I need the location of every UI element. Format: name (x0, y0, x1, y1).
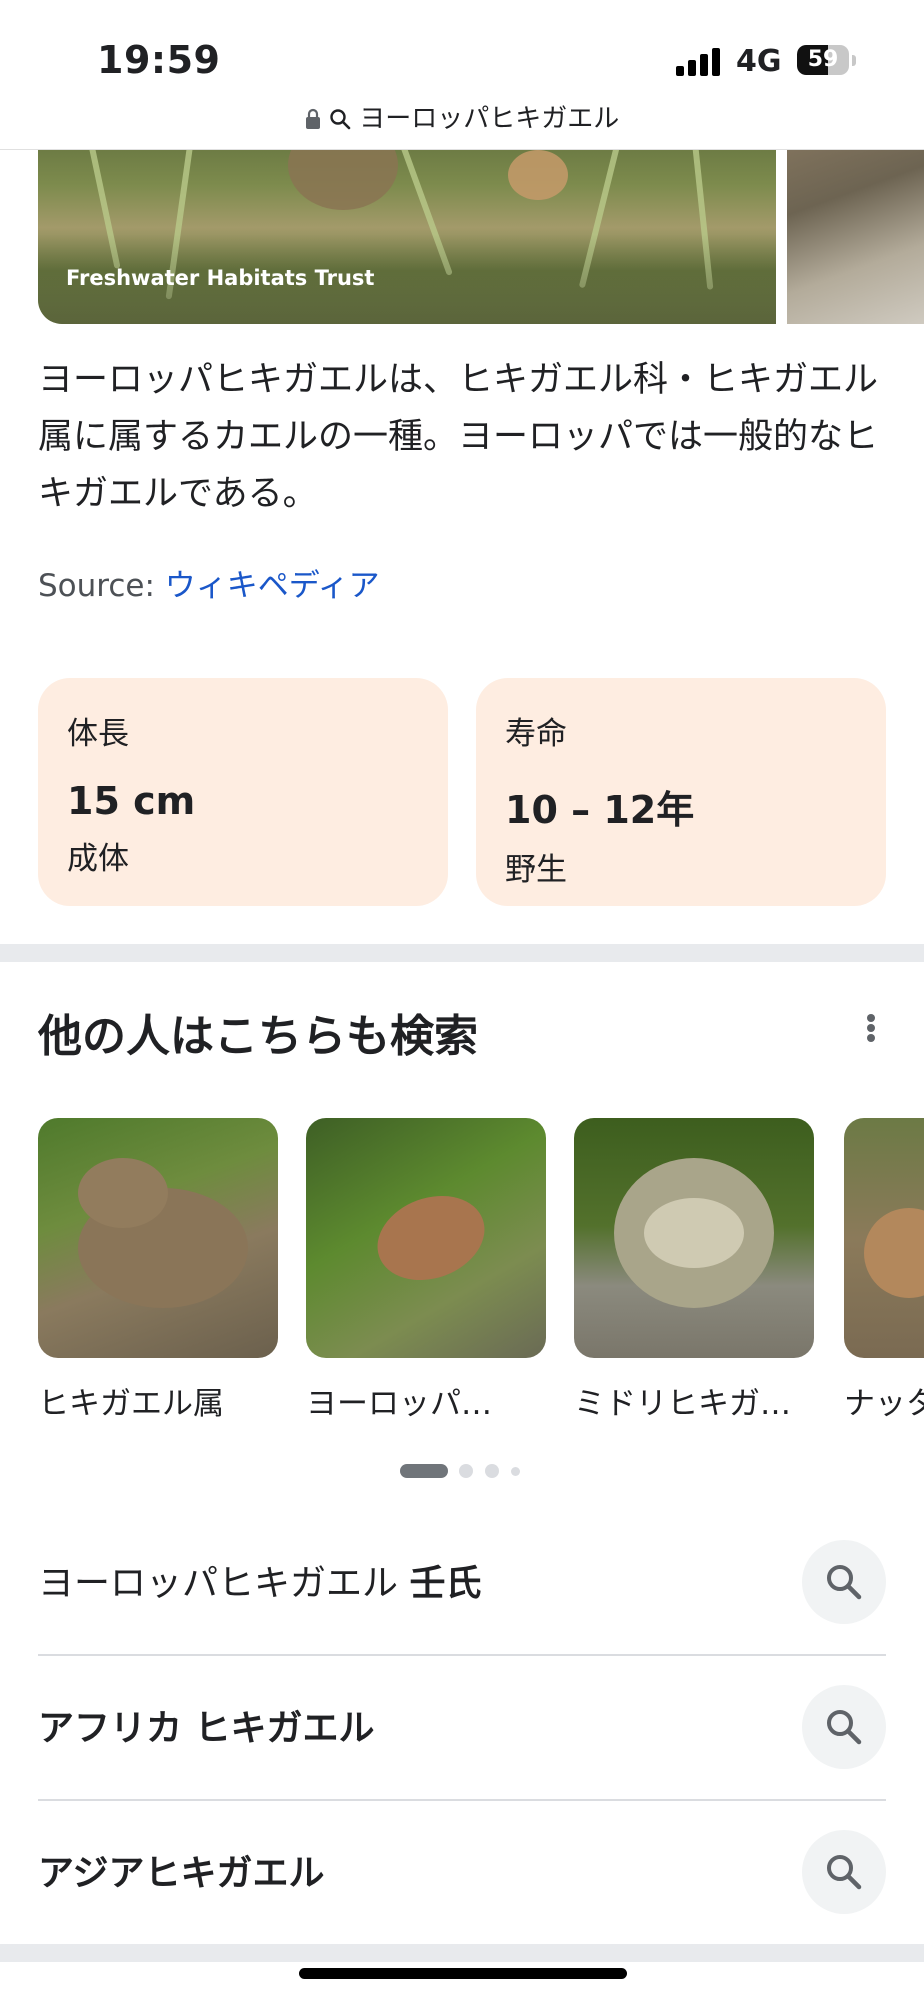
fact-card-lifespan[interactable]: 寿命 10 – 12年 野生 (476, 678, 886, 906)
fact-value: 15 cm (67, 779, 196, 823)
section-divider (0, 944, 924, 962)
thumb-label[interactable]: ヒキガエル属 (38, 1378, 224, 1423)
fact-value: 10 – 12年 (505, 788, 695, 832)
lock-icon (305, 108, 320, 129)
thumb-label[interactable]: ナッタ (844, 1378, 924, 1423)
address-query: ヨーロッパヒキガエル (359, 104, 620, 134)
carousel-page-indicator (400, 1464, 540, 1478)
related-search-item[interactable]: アジアヒキガエル (38, 1800, 886, 1944)
related-search-item[interactable]: アフリカ ヒキガエル (38, 1655, 886, 1799)
thumb-label[interactable]: ヨーロッパ… (306, 1378, 492, 1423)
fact-card-length[interactable]: 体長 15 cm 成体 (38, 678, 448, 906)
thumb-image[interactable] (306, 1118, 546, 1358)
more-vert-icon[interactable] (858, 1008, 884, 1048)
section-divider (0, 1944, 924, 1962)
search-icon[interactable] (802, 1830, 886, 1914)
battery-tip (852, 55, 856, 66)
description-text: ヨーロッパヒキガエルは、ヒキガエル科・ヒキガエル属に属するカエルの一種。ヨーロッ… (38, 360, 879, 514)
fact-sub: 野生 (505, 852, 567, 888)
fact-sub: 成体 (67, 841, 129, 877)
section-title: 他の人はこちらも検索 (38, 1011, 478, 1062)
thumb-image[interactable] (844, 1118, 924, 1358)
search-icon (330, 109, 351, 130)
related-search-text: アフリカ ヒキガエル (38, 1708, 375, 1749)
address-bar[interactable]: ヨーロッパヒキガエル (0, 98, 924, 135)
image-caption: Freshwater Habitats Trust (66, 266, 375, 290)
status-bar: 19:59 4G 59 ヨーロッパヒキガエル (0, 0, 924, 150)
fact-label: 体長 (67, 716, 129, 752)
source-link[interactable]: ウィキペディア (165, 568, 380, 604)
network-type: 4G (736, 44, 782, 79)
related-search-item[interactable]: ヨーロッパヒキガエル 壬氏 (38, 1510, 886, 1654)
related-search-text: アジアヒキガエル (38, 1853, 325, 1894)
related-search-text: ヨーロッパヒキガエル 壬氏 (38, 1563, 482, 1604)
battery-icon: 59 (797, 45, 849, 75)
signal-icon (676, 48, 722, 76)
home-indicator[interactable] (299, 1968, 627, 1979)
fact-label: 寿命 (505, 716, 567, 752)
search-icon[interactable] (802, 1685, 886, 1769)
thumb-image[interactable] (574, 1118, 814, 1358)
source-line: Source: ウィキペディア (38, 560, 380, 605)
thumb-image[interactable] (38, 1118, 278, 1358)
source-label: Source: (38, 568, 155, 604)
battery-percent: 59 (807, 47, 839, 72)
thumb-label[interactable]: ミドリヒキガ… (574, 1378, 791, 1423)
search-icon[interactable] (802, 1540, 886, 1624)
status-time: 19:59 (97, 38, 221, 82)
